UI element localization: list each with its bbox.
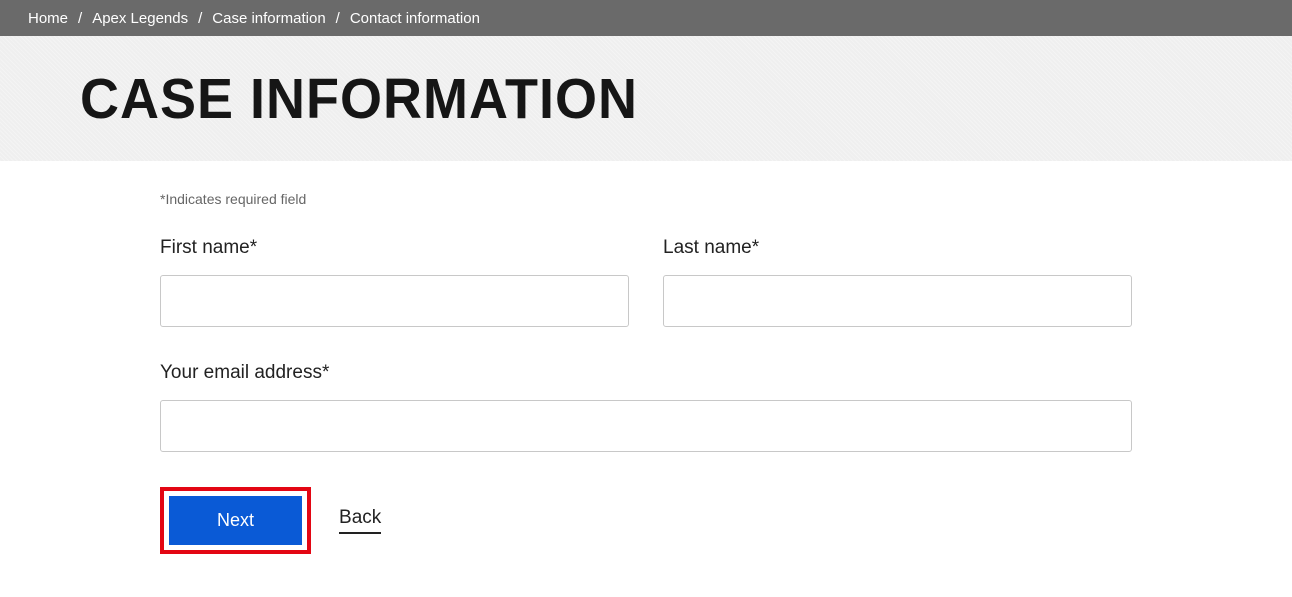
- form-group-first-name: First name*: [160, 237, 629, 327]
- last-name-label: Last name*: [663, 237, 1132, 259]
- first-name-field[interactable]: [160, 275, 629, 327]
- next-button-highlight: Next: [160, 487, 311, 554]
- form-row-name: First name* Last name*: [160, 237, 1132, 327]
- form-content: *Indicates required field First name* La…: [0, 161, 1292, 594]
- header-band: CASE INFORMATION: [0, 36, 1292, 161]
- form-group-last-name: Last name*: [663, 237, 1132, 327]
- breadcrumb-sep: /: [336, 10, 340, 27]
- breadcrumb-sep: /: [198, 10, 202, 27]
- email-field[interactable]: [160, 400, 1132, 452]
- breadcrumb-case-information[interactable]: Case information: [212, 10, 325, 27]
- breadcrumb-apex-legends[interactable]: Apex Legends: [92, 10, 188, 27]
- first-name-label: First name*: [160, 237, 629, 259]
- form-group-email: Your email address*: [160, 362, 1132, 452]
- form-row-email: Your email address*: [160, 362, 1132, 452]
- required-note: *Indicates required field: [160, 191, 1132, 207]
- last-name-field[interactable]: [663, 275, 1132, 327]
- button-row: Next Back: [160, 487, 1132, 554]
- breadcrumb-home[interactable]: Home: [28, 10, 68, 27]
- back-button[interactable]: Back: [339, 507, 381, 534]
- next-button[interactable]: Next: [169, 496, 302, 545]
- breadcrumb-sep: /: [78, 10, 82, 27]
- breadcrumb: Home / Apex Legends / Case information /…: [0, 0, 1292, 36]
- page-title: CASE INFORMATION: [80, 66, 638, 131]
- email-label: Your email address*: [160, 362, 1132, 384]
- breadcrumb-contact-information[interactable]: Contact information: [350, 10, 480, 27]
